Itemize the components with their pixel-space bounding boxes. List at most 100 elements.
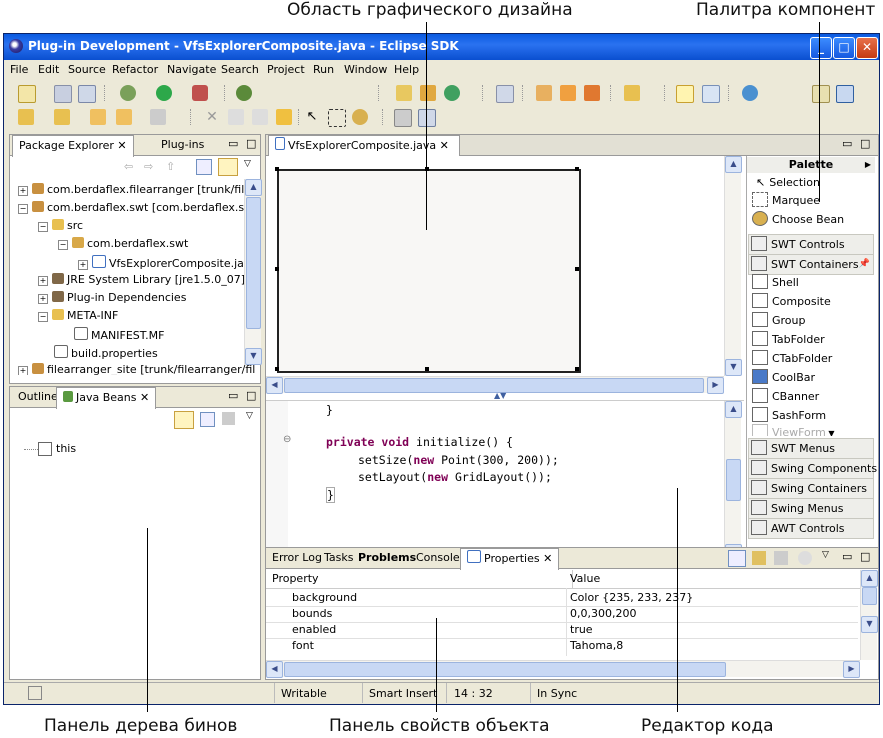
grid-icon[interactable] [418,109,436,127]
open-type-icon[interactable] [496,85,514,103]
tree-item[interactable]: − com.berdaflex.swt [58,237,188,250]
code-vscroll[interactable]: ▲ ▼ [724,401,742,561]
task-icon[interactable] [584,85,600,101]
next-annotation-icon[interactable] [18,109,34,125]
tree-item[interactable]: + Plug-in Dependencies [38,291,186,304]
open-folder-icon[interactable] [536,85,552,101]
property-name[interactable]: background [292,590,357,606]
minimize-editor-icon[interactable]: ▭ [842,137,852,150]
filter-icon[interactable] [222,412,235,425]
menu-source[interactable]: Source [68,63,106,76]
design-canvas[interactable]: ▲ ▼ ◀ ▶ [266,156,744,394]
column-property[interactable]: Property [266,570,573,589]
tree-item[interactable]: MANIFEST.MF [74,327,164,342]
tab-package-explorer[interactable]: Package Explorer ✕ [12,135,134,157]
menu-window[interactable]: Window [344,63,387,76]
splitter-arrows-icon[interactable]: ▲▼ [494,391,506,400]
composite-this[interactable] [277,169,581,373]
view-menu-icon[interactable]: ▽ [246,411,253,421]
palette-category-swing-containers[interactable]: Swing Containers [748,478,874,499]
perspective-icon[interactable] [812,85,830,103]
copy-icon[interactable] [702,85,720,103]
palette-category-swing-components[interactable]: Swing Components [748,458,877,479]
tab-console[interactable]: Console [410,548,466,568]
palette-item-shell[interactable]: Shell [750,274,870,292]
new-java-project-icon[interactable] [396,85,412,101]
palette-item-viewform[interactable]: ViewForm ▼ [750,424,870,436]
tab-java-beans[interactable]: Java Beans ✕ [56,387,157,409]
tree-item[interactable]: − src [38,219,83,232]
maximize-view-icon[interactable]: □ [246,389,256,402]
maximize-view-icon[interactable]: □ [246,137,256,150]
menu-navigate[interactable]: Navigate [167,63,216,76]
tree-item[interactable]: + JRE System Library [jre1.5.0_07] [38,273,245,286]
new-package-icon[interactable] [420,85,436,101]
up-nav-icon[interactable]: ⇧ [166,160,175,173]
pen-icon[interactable] [560,85,576,101]
property-name[interactable]: bounds [292,606,332,622]
collapse-all-icon[interactable] [200,412,215,427]
menu-search[interactable]: Search [221,63,259,76]
palette-item-coolbar[interactable]: CoolBar [750,369,870,387]
forward-nav-icon[interactable]: ⇨ [144,160,153,173]
properties-vscroll[interactable]: ▲ ▼ [860,570,878,660]
property-value[interactable]: Tahoma,8 [570,638,623,654]
search-icon[interactable] [236,85,252,101]
external-tools-icon[interactable] [192,85,208,101]
view-menu-icon[interactable]: ▽ [822,550,829,560]
palette-tool-selection[interactable]: ↖ Selection [750,174,870,192]
marquee-icon[interactable] [328,109,346,127]
minimize-view-icon[interactable]: ▭ [228,137,238,150]
folder-icon[interactable] [624,85,640,101]
minimize-view-icon[interactable]: ▭ [228,389,238,402]
tree-item-selected[interactable]: + VfsExplorerComposite.java [78,255,257,270]
tab-editor-file[interactable]: VfsExplorerComposite.java ✕ [268,135,460,157]
debug-icon[interactable] [120,85,136,101]
menu-project[interactable]: Project [267,63,305,76]
tree-item[interactable]: − com.berdaflex.swt [com.berdaflex.swt [18,201,257,214]
delete-icon[interactable]: ✕ [204,109,220,125]
minimize-button[interactable]: _ [810,37,832,59]
advanced-icon[interactable] [774,551,788,565]
tree-item[interactable]: − META-INF [38,309,118,322]
pause-icon[interactable] [276,109,292,125]
palette-tool-choose-bean[interactable]: Choose Bean [750,211,870,229]
back-nav-icon[interactable]: ⇦ [124,160,133,173]
menu-file[interactable]: File [10,63,28,76]
menu-refactor[interactable]: Refactor [112,63,158,76]
property-name[interactable]: enabled [292,622,336,638]
property-value[interactable]: Color {235, 233, 237} [570,590,693,606]
save-icon[interactable] [54,85,72,103]
property-name[interactable]: font [292,638,314,654]
window-icon[interactable] [394,109,412,127]
palette-item-sashform[interactable]: SashForm [750,407,870,425]
tree-item[interactable]: build.properties [54,345,158,360]
palette-item-cbanner[interactable]: CBanner [750,388,870,406]
link-editor-icon[interactable] [218,158,238,176]
column-value[interactable]: Value [566,570,862,589]
link-editor-icon[interactable] [174,411,194,429]
menu-help[interactable]: Help [394,63,419,76]
palette-category-swt-menus[interactable]: SWT Menus [748,438,874,459]
canvas-vscroll[interactable]: ▲ ▼ [724,156,742,376]
properties-hscroll[interactable]: ◀ ▶ [266,660,860,678]
collapse-all-icon[interactable] [196,159,212,175]
close-button[interactable]: ✕ [856,37,878,59]
new-class-icon[interactable] [444,85,460,101]
filter-icon[interactable] [752,551,766,565]
minimize-view-icon[interactable]: ▭ [842,550,852,563]
palette-category-swt-containers[interactable]: SWT Containers 📌 [748,254,874,275]
tab-plug-ins[interactable]: Plug-ins [155,135,210,155]
palette-item-group[interactable]: Group [750,312,870,330]
categories-icon[interactable] [728,550,746,567]
bean-this[interactable]: this [56,442,76,455]
pointer-icon[interactable]: ↖ [304,109,320,125]
restore-default-icon[interactable] [798,551,812,565]
plugin-perspective-icon[interactable] [836,85,854,103]
globe-icon[interactable] [742,85,758,101]
prev-annotation-icon[interactable] [54,109,70,125]
property-value[interactable]: true [570,622,593,638]
tree-item[interactable]: + com.berdaflex.filearranger [trunk/filea [18,183,258,196]
tab-properties[interactable]: Properties ✕ [460,548,560,570]
menu-edit[interactable]: Edit [38,63,59,76]
